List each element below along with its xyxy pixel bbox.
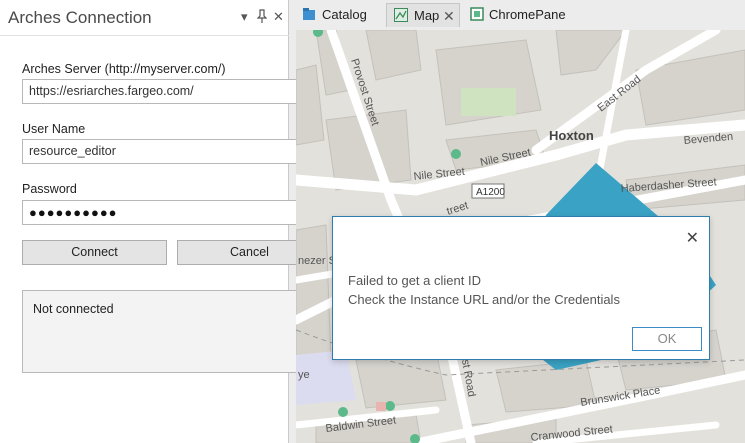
hoxton-label: Hoxton: [549, 128, 594, 143]
ok-button[interactable]: OK: [632, 327, 702, 351]
username-input[interactable]: resource_editor: [22, 139, 302, 164]
dialog-message-line1: Failed to get a client ID: [348, 273, 481, 288]
pane-title: Arches Connection: [8, 8, 152, 27]
pane-close-icon[interactable]: ✕: [273, 9, 284, 25]
password-label: Password: [22, 182, 77, 196]
dialog-close-icon[interactable]: ✕: [686, 231, 699, 247]
tab-map-label: Map: [414, 8, 440, 23]
map-icon: [394, 8, 408, 22]
dialog-message-line2: Check the Instance URL and/or the Creden…: [348, 292, 620, 307]
tab-chromepane[interactable]: ChromePane: [468, 3, 568, 27]
error-dialog: ✕ Failed to get a client ID Check the In…: [332, 216, 710, 360]
ye-label: ye: [298, 369, 310, 381]
status-text: Not connected: [33, 302, 114, 316]
a1200-label: A1200: [476, 187, 505, 198]
poi-square: [376, 402, 386, 411]
chrome-pane-icon: [470, 7, 484, 21]
tab-catalog-label: Catalog: [322, 7, 367, 22]
tab-chromepane-label: ChromePane: [489, 7, 566, 22]
server-input[interactable]: https://esriarches.fargeo.com/: [22, 79, 302, 104]
status-box: Not connected: [22, 290, 302, 373]
poi-marker: [451, 149, 461, 159]
park-area: [461, 88, 516, 116]
server-label: Arches Server (http://myserver.com/): [22, 62, 226, 76]
catalog-icon: [303, 8, 315, 20]
tab-catalog[interactable]: Catalog: [298, 3, 376, 27]
pane-menu-icon[interactable]: ▾: [241, 9, 248, 25]
tab-strip: Catalog Map ✕ ChromePane: [290, 0, 745, 30]
tab-map[interactable]: Map ✕: [386, 3, 460, 27]
password-input[interactable]: ●●●●●●●●●●: [22, 200, 302, 225]
pane-header: Arches Connection ▾ ✕: [0, 0, 289, 36]
username-label: User Name: [22, 122, 86, 136]
connect-button[interactable]: Connect: [22, 240, 167, 265]
arches-connection-pane: Arches Connection ▾ ✕ Arches Server (htt…: [0, 0, 322, 443]
poi-marker: [338, 407, 348, 417]
tab-map-close-icon[interactable]: ✕: [443, 4, 455, 28]
pin-icon[interactable]: [256, 9, 268, 27]
poi-marker: [385, 401, 395, 411]
